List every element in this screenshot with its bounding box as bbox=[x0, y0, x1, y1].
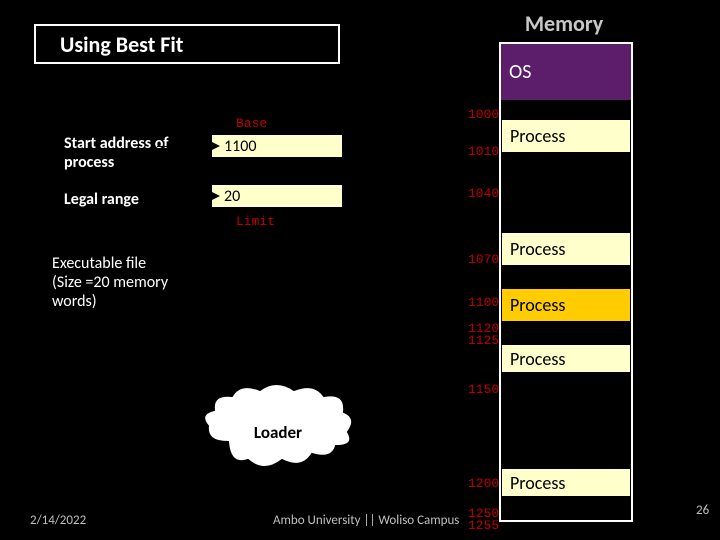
addr-1125: 1125 bbox=[468, 333, 499, 348]
loader-cloud: Loader bbox=[198, 382, 358, 474]
addr-1070: 1070 bbox=[468, 252, 499, 267]
memory-segment-process-3: Process bbox=[501, 288, 631, 322]
start-address-label: Start address of process bbox=[64, 134, 184, 172]
addr-1255: 1255 bbox=[468, 518, 499, 533]
memory-segment-os: OS bbox=[501, 44, 631, 100]
addr-1010: 1010 bbox=[468, 144, 499, 159]
base-register-value: 1100 bbox=[224, 137, 256, 156]
memory-segment-process-2: Process bbox=[501, 232, 631, 266]
footer-page: 26 bbox=[696, 503, 709, 518]
arrow-start-base bbox=[157, 146, 211, 147]
addr-1040: 1040 bbox=[468, 186, 499, 201]
slide-title-bar: Using Best Fit bbox=[34, 24, 340, 64]
loader-label: Loader bbox=[198, 422, 358, 443]
base-caption: Base bbox=[236, 116, 267, 131]
base-register-box: 1100 bbox=[211, 134, 343, 158]
limit-caption: Limit bbox=[236, 214, 275, 229]
limit-register-box: 20 bbox=[211, 184, 343, 208]
executable-file-label: Executable file (Size =20 memory words) bbox=[52, 254, 202, 312]
addr-1100: 1100 bbox=[468, 295, 499, 310]
addr-1000: 1000 bbox=[468, 107, 499, 122]
legal-range-label: Legal range bbox=[64, 190, 139, 209]
limit-register-value: 20 bbox=[224, 187, 240, 206]
addr-1150: 1150 bbox=[468, 382, 499, 397]
memory-segment-process-5: Process bbox=[501, 468, 631, 497]
arrow-start-base-head bbox=[212, 142, 220, 150]
footer-date: 2/14/2022 bbox=[30, 513, 86, 528]
addr-1200: 1200 bbox=[468, 476, 499, 491]
slide-title: Using Best Fit bbox=[60, 31, 183, 58]
memory-bar: OS Process Process Process Process Proce… bbox=[499, 42, 633, 522]
memory-segment-process-4: Process bbox=[501, 344, 631, 373]
arrow-legal-limit-head bbox=[212, 192, 220, 200]
memory-heading: Memory bbox=[499, 10, 629, 37]
footer-center: Ambo University || Woliso Campus bbox=[273, 513, 459, 528]
memory-segment-process-1: Process bbox=[501, 119, 631, 153]
arrow-legal-limit bbox=[157, 196, 211, 197]
